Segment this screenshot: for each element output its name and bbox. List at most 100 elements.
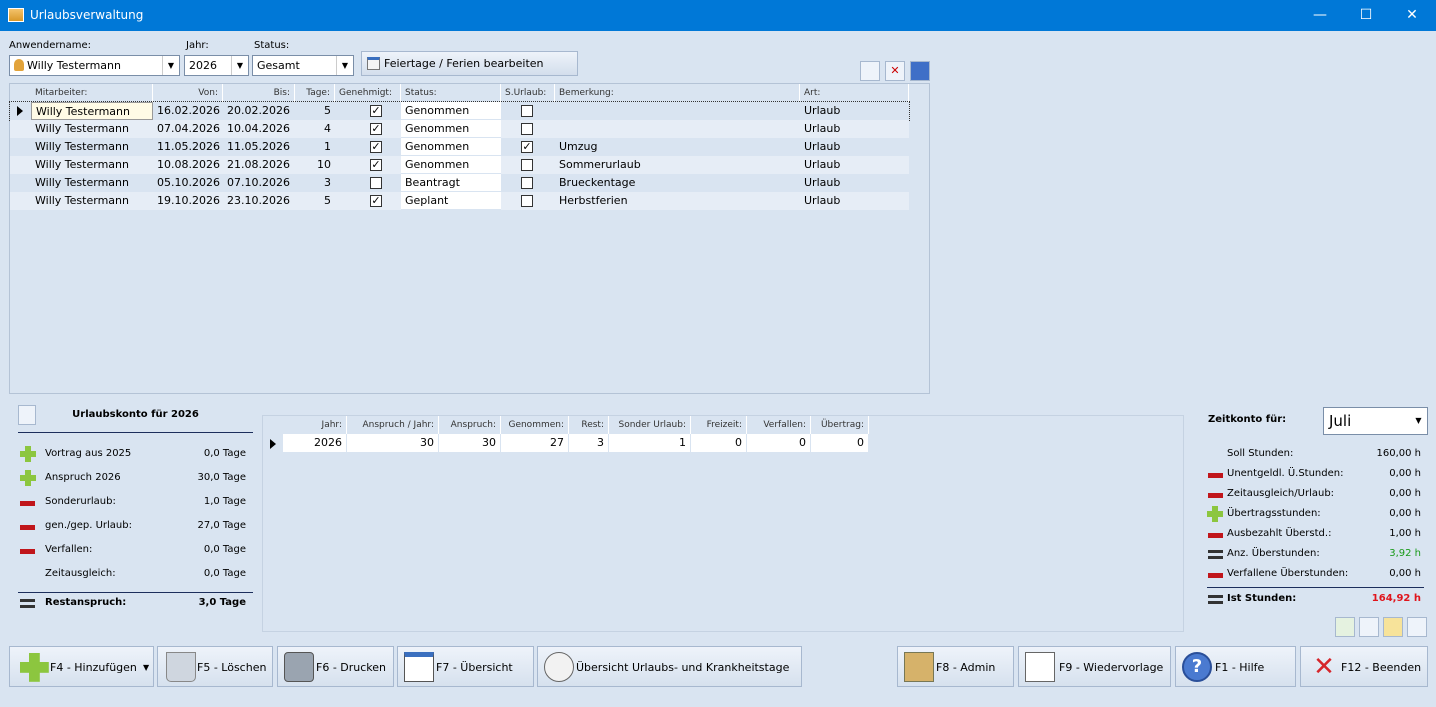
summary-col-header[interactable]: Rest: <box>569 416 609 434</box>
cell-von[interactable]: 16.02.2026 <box>153 102 223 120</box>
cell-bis[interactable]: 23.10.2026 <box>223 192 295 210</box>
delete-record-icon[interactable]: ✕ <box>885 61 905 81</box>
col-header[interactable]: Von: <box>153 84 223 102</box>
summary-col-header[interactable]: Verfallen: <box>747 416 811 434</box>
add-button[interactable]: F4 - Hinzufügen ▼ <box>9 646 154 687</box>
overview-sick-button[interactable]: Übersicht Urlaubs- und Krankheitstage <box>537 646 802 687</box>
status-select[interactable]: Gesamt ▼ <box>252 55 354 76</box>
cell-tage[interactable]: 1 <box>295 138 335 156</box>
special-leave-checkbox[interactable] <box>521 123 533 135</box>
summary-cell[interactable]: 0 <box>747 434 811 452</box>
cell-surl[interactable] <box>501 156 555 174</box>
cell-von[interactable]: 11.05.2026 <box>153 138 223 156</box>
excel-export-icon[interactable] <box>1335 617 1355 637</box>
chevron-down-icon[interactable]: ▼ <box>336 56 353 75</box>
cell-bis[interactable]: 11.05.2026 <box>223 138 295 156</box>
col-header[interactable]: Art: <box>800 84 909 102</box>
close-window-button[interactable]: ✕ <box>1389 0 1435 31</box>
approved-checkbox[interactable]: ✓ <box>370 141 382 153</box>
folder-table-icon[interactable] <box>1383 617 1403 637</box>
chevron-down-icon[interactable]: ▼ <box>231 56 248 75</box>
cell-tage[interactable]: 5 <box>295 192 335 210</box>
cell-name[interactable]: Willy Testermann <box>31 174 153 192</box>
cell-bem[interactable] <box>555 102 800 120</box>
refresh-icon[interactable] <box>860 61 880 81</box>
table-row[interactable]: Willy Testermann 10.08.2026 21.08.2026 10 ✓ G… <box>10 156 909 174</box>
summary-cell[interactable]: 2026 <box>283 434 347 452</box>
cell-bis[interactable]: 10.04.2026 <box>223 120 295 138</box>
holidays-button[interactable]: Feiertage / Ferien bearbeiten <box>361 51 578 76</box>
cell-tage[interactable]: 10 <box>295 156 335 174</box>
summary-col-header[interactable]: Jahr: <box>283 416 347 434</box>
cell-status[interactable]: Genommen <box>401 138 501 156</box>
cell-name[interactable]: Willy Testermann <box>31 120 153 138</box>
approved-checkbox[interactable]: ✓ <box>370 195 382 207</box>
print-button[interactable]: F6 - Drucken <box>277 646 394 687</box>
cell-surl[interactable]: ✓ <box>501 138 555 156</box>
cell-surl[interactable] <box>501 174 555 192</box>
summary-col-header[interactable]: Sonder Urlaub: <box>609 416 691 434</box>
table-row[interactable]: Willy Testermann 07.04.2026 10.04.2026 4 ✓ Ge… <box>10 120 909 138</box>
cell-von[interactable]: 19.10.2026 <box>153 192 223 210</box>
delete-button[interactable]: F5 - Löschen <box>157 646 273 687</box>
cell-name[interactable]: Willy Testermann <box>31 138 153 156</box>
approved-checkbox[interactable] <box>370 177 382 189</box>
cell-art[interactable]: Urlaub <box>800 174 909 192</box>
cell-art[interactable]: Urlaub <box>800 120 909 138</box>
cell-gen[interactable]: ✓ <box>335 192 401 210</box>
cell-bis[interactable]: 07.10.2026 <box>223 174 295 192</box>
approved-checkbox[interactable]: ✓ <box>370 159 382 171</box>
summary-col-header[interactable]: Anspruch: <box>439 416 501 434</box>
cell-bem[interactable]: Brueckentage <box>555 174 800 192</box>
cell-status[interactable]: Geplant <box>401 192 501 210</box>
cell-von[interactable]: 07.04.2026 <box>153 120 223 138</box>
cell-tage[interactable]: 5 <box>295 102 335 120</box>
summary-col-header[interactable]: Übertrag: <box>811 416 869 434</box>
summary-cell[interactable]: 3 <box>569 434 609 452</box>
table-icon[interactable] <box>1407 617 1427 637</box>
overview-button[interactable]: F7 - Übersicht <box>397 646 534 687</box>
summary-col-header[interactable]: Genommen: <box>501 416 569 434</box>
special-leave-checkbox[interactable] <box>521 105 533 117</box>
summary-cell[interactable]: 30 <box>439 434 501 452</box>
cell-status[interactable]: Genommen <box>401 120 501 138</box>
table-row[interactable]: Willy Testermann 16.02.2026 20.02.2026 5 ✓ Ge… <box>9 101 910 121</box>
col-header[interactable]: S.Urlaub: <box>501 84 555 102</box>
help-button[interactable]: ? F1 - Hilfe <box>1175 646 1296 687</box>
cell-name[interactable]: Willy Testermann <box>31 156 153 174</box>
cell-surl[interactable] <box>501 120 555 138</box>
col-header[interactable]: Status: <box>401 84 501 102</box>
cell-gen[interactable] <box>335 174 401 192</box>
col-header[interactable]: Bemerkung: <box>555 84 800 102</box>
cell-gen[interactable]: ✓ <box>335 156 401 174</box>
summary-cell[interactable]: 0 <box>811 434 869 452</box>
cell-bem[interactable]: Umzug <box>555 138 800 156</box>
summary-cell[interactable]: 0 <box>691 434 747 452</box>
user-select[interactable]: Willy Testermann ▼ <box>9 55 180 76</box>
special-leave-checkbox[interactable] <box>521 159 533 171</box>
cell-gen[interactable]: ✓ <box>335 102 401 120</box>
dropdown-arrow-icon[interactable]: ▼ <box>143 647 149 688</box>
table-row[interactable]: Willy Testermann 05.10.2026 07.10.2026 3 Bea… <box>10 174 909 192</box>
cell-surl[interactable] <box>501 102 555 120</box>
special-leave-checkbox[interactable]: ✓ <box>521 141 533 153</box>
cell-name[interactable]: Willy Testermann <box>31 102 153 120</box>
summary-cell[interactable]: 30 <box>347 434 439 452</box>
year-select[interactable]: 2026 ▼ <box>184 55 249 76</box>
cell-gen[interactable]: ✓ <box>335 138 401 156</box>
chevron-down-icon[interactable]: ▼ <box>162 56 179 75</box>
cell-bis[interactable]: 20.02.2026 <box>223 102 295 120</box>
cell-surl[interactable] <box>501 192 555 210</box>
col-header[interactable]: Genehmigt: <box>335 84 401 102</box>
cell-status[interactable]: Beantragt <box>401 174 501 192</box>
col-header[interactable]: Bis: <box>223 84 295 102</box>
cell-bis[interactable]: 21.08.2026 <box>223 156 295 174</box>
summary-cell[interactable]: 27 <box>501 434 569 452</box>
maximize-button[interactable]: ☐ <box>1343 0 1389 31</box>
col-header[interactable]: Mitarbeiter: <box>31 84 153 102</box>
special-leave-checkbox[interactable] <box>521 177 533 189</box>
calculator-icon[interactable] <box>1359 617 1379 637</box>
cell-name[interactable]: Willy Testermann <box>31 192 153 210</box>
cell-art[interactable]: Urlaub <box>800 192 909 210</box>
special-leave-checkbox[interactable] <box>521 195 533 207</box>
